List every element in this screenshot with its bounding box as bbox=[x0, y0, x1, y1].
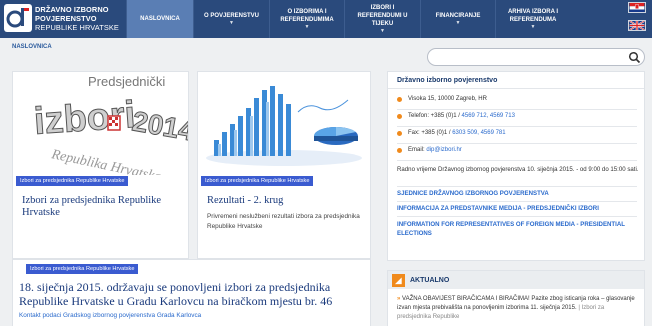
news-feed-panel: ◢ AKTUALNO » VAŽNA OBAVIJEST BIRAČICAMA … bbox=[387, 270, 645, 326]
dip-logo[interactable] bbox=[4, 4, 32, 32]
main-nav: NASLOVNICA O POVJERENSTVU ▼ O IZBORIMA I … bbox=[126, 0, 570, 38]
election-2014-logo-image: Predsjednički izbori 2014 Republika Hrva… bbox=[13, 72, 188, 175]
divider bbox=[397, 216, 637, 217]
media-info-link[interactable]: INFORMACIJA ZA PREDSTAVNIKE MEDIJA - PRE… bbox=[397, 204, 637, 213]
nav-item-o-izborima[interactable]: O IZBORIMA I REFERENDUMIMA ▼ bbox=[269, 0, 344, 38]
language-switcher bbox=[628, 2, 648, 38]
search-box bbox=[427, 48, 645, 69]
fax-icon bbox=[397, 130, 402, 136]
top-header: DRŽAVNO IZBORNO POVJERENSTVO REPUBLIKE H… bbox=[0, 0, 652, 38]
fax-link[interactable]: 6303 509, 4569 781 bbox=[452, 130, 505, 136]
chevron-down-icon: ▼ bbox=[229, 20, 234, 26]
chevron-down-icon: ▼ bbox=[530, 24, 536, 30]
location-icon bbox=[397, 96, 402, 102]
brand-name[interactable]: DRŽAVNO IZBORNO POVJERENSTVO REPUBLIKE H… bbox=[35, 5, 119, 32]
phone-icon bbox=[397, 113, 402, 119]
fax-row: Fax: +385 (0)1 / 6303 509, 4569 781 bbox=[397, 130, 506, 136]
chevron-down-icon: ▼ bbox=[380, 28, 385, 34]
card-title[interactable]: Izbori za predsjednika Republike Hrvatsk… bbox=[22, 195, 182, 219]
divider bbox=[397, 186, 637, 187]
card-description: Privremeni neslužbeni rezultati izbora z… bbox=[207, 213, 360, 230]
email-link[interactable]: dip@izbori.hr bbox=[426, 147, 461, 153]
divider bbox=[397, 109, 637, 110]
breadcrumb[interactable]: NASLOVNICA bbox=[12, 44, 52, 50]
bullhorn-icon: ◢ bbox=[392, 273, 405, 287]
phone-row: Telefon: +385 (0)1 / 4569 712, 4569 713 bbox=[397, 113, 515, 119]
divider bbox=[397, 126, 637, 127]
brand-line-2: POVJERENSTVO bbox=[35, 14, 97, 23]
news-item[interactable]: » VAŽNA OBAVIJEST BIRAČICAMA I BIRAČIMA!… bbox=[397, 295, 639, 322]
panel-title: Državno izborno povjerenstvo bbox=[388, 72, 644, 89]
news-card[interactable]: Predsjednički izbori 2014 Republika Hrva… bbox=[12, 71, 189, 259]
card-title[interactable]: Rezultati - 2. krug bbox=[207, 195, 367, 207]
results-chart-image bbox=[198, 72, 370, 175]
divider bbox=[397, 160, 637, 161]
nav-item-financiranje[interactable]: FINANCIRANJE ▼ bbox=[420, 0, 495, 38]
phone-link[interactable]: 4569 712, 4569 713 bbox=[462, 113, 515, 119]
category-tag[interactable]: Izbori za predsjednika Republike Hrvatsk… bbox=[16, 176, 129, 186]
card-title[interactable]: 18. siječnja 2015. održavaju se ponovlje… bbox=[19, 280, 367, 308]
brand-line-3: REPUBLIKE HRVATSKE bbox=[35, 23, 119, 32]
email-row: Email: dip@izbori.hr bbox=[397, 147, 462, 153]
english-flag-icon[interactable] bbox=[628, 20, 646, 31]
working-hours-note: Radno vrijeme Državnog izbornog povjeren… bbox=[397, 166, 639, 173]
card-link[interactable]: Kontakt podaci Gradskog izbornog povjere… bbox=[19, 312, 201, 319]
divider bbox=[397, 201, 637, 202]
category-tag[interactable]: Izbori za predsjednika Republike Hrvatsk… bbox=[201, 176, 314, 186]
bullet-icon: » bbox=[397, 296, 401, 302]
croatian-flag-icon[interactable] bbox=[628, 2, 646, 13]
address-row: Visoka 15, 10000 Zagreb, HR bbox=[397, 96, 487, 102]
email-icon bbox=[397, 147, 402, 153]
sessions-link[interactable]: SJEDNICE DRŽAVNOG IZBORNOG POVJERENSTVA bbox=[397, 189, 637, 198]
nav-item-o-povjerenstvu[interactable]: O POVJERENSTVU ▼ bbox=[193, 0, 269, 38]
search-icon[interactable] bbox=[628, 51, 641, 64]
news-card[interactable]: Izbori za predsjednika Republike Hrvatsk… bbox=[197, 71, 371, 259]
news-feed-header: ◢ AKTUALNO bbox=[388, 271, 644, 289]
brand-line-1: DRŽAVNO IZBORNO bbox=[35, 5, 109, 14]
divider bbox=[397, 143, 637, 144]
foreign-media-link[interactable]: INFORMATION FOR REPRESENTATIVES OF FOREI… bbox=[397, 220, 637, 238]
contact-panel: Državno izborno povjerenstvo Visoka 15, … bbox=[387, 71, 645, 261]
nav-item-arhiva[interactable]: ARHIVA IZBORA I REFERENDUMA ▼ bbox=[495, 0, 570, 38]
chevron-down-icon: ▼ bbox=[455, 20, 461, 26]
image-word-predsjednicki: Predsjednički bbox=[88, 74, 165, 89]
news-card[interactable]: Izbori za predsjednika Republike Hrvatsk… bbox=[12, 259, 371, 326]
chevron-down-icon: ▼ bbox=[304, 24, 310, 30]
nav-item-izbori-u-tijeku[interactable]: IZBORI I REFERENDUMI U TIJEKU ▼ bbox=[344, 0, 420, 38]
image-word-izbori: izbori bbox=[33, 94, 137, 143]
nav-item-naslovnica[interactable]: NASLOVNICA bbox=[126, 0, 193, 38]
search-input[interactable] bbox=[436, 52, 626, 69]
category-tag[interactable]: Izbori za predsjednika Republike Hrvatsk… bbox=[26, 264, 139, 274]
